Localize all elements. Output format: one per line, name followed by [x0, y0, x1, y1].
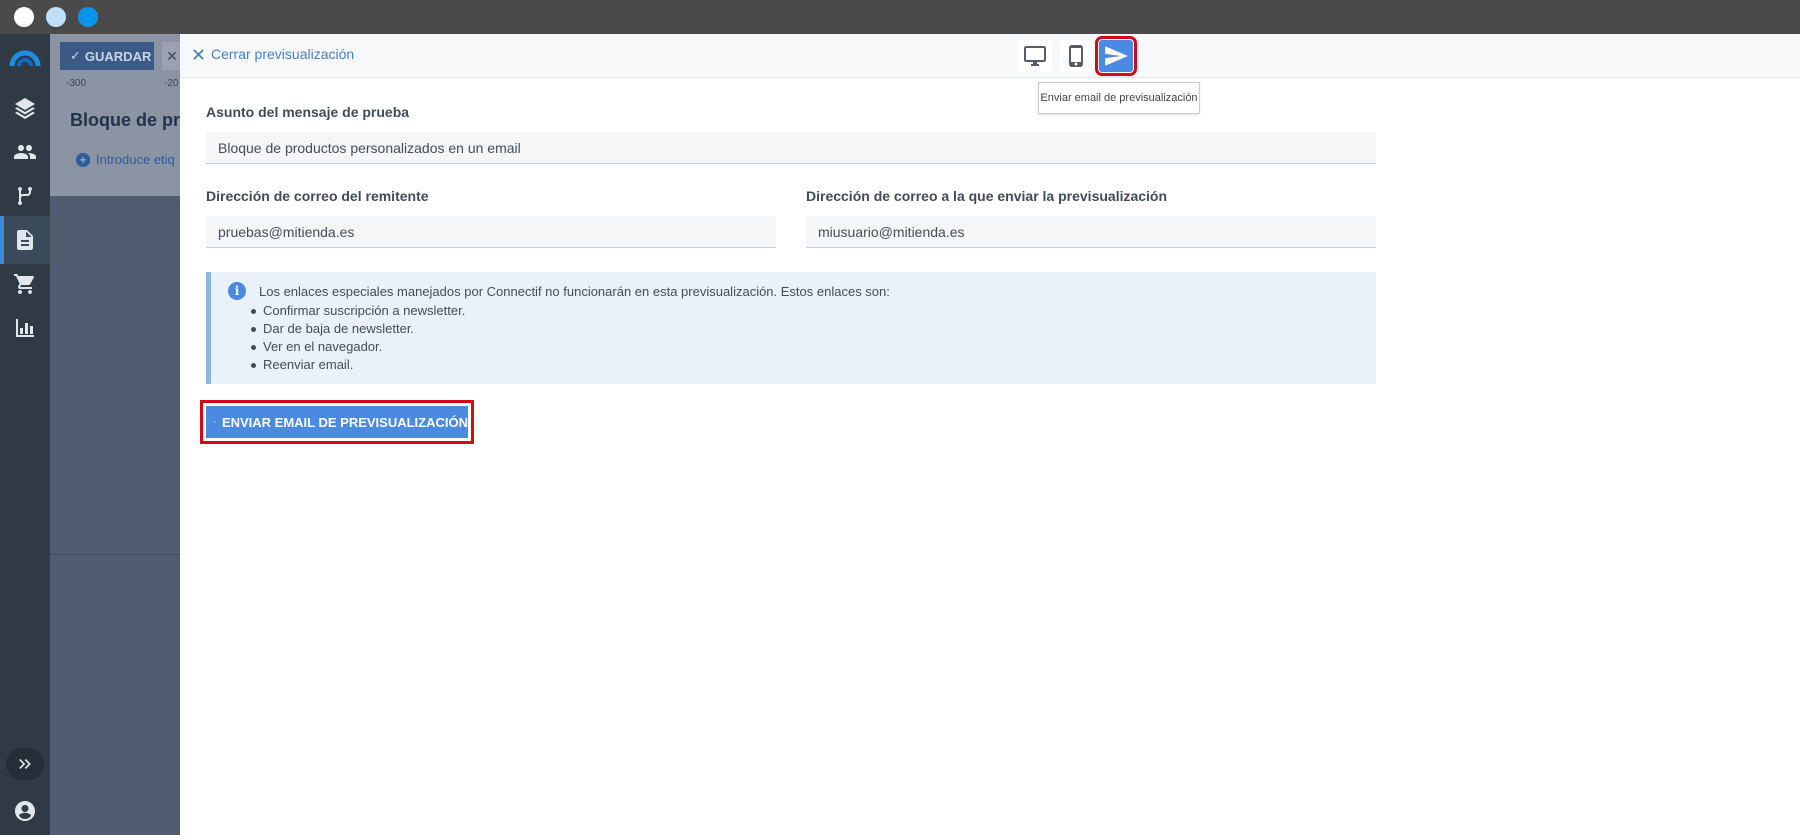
window-minimize-button[interactable] — [46, 7, 66, 27]
background-title: Bloque de pro — [70, 110, 180, 130]
check-icon: ✓ — [70, 48, 81, 63]
close-icon — [193, 48, 204, 60]
save-button-label: GUARDAR — [84, 48, 152, 64]
layers-icon — [15, 98, 35, 119]
window-titlebar — [0, 0, 1800, 34]
preview-panel: Cerrar previsualización Enviar email de … — [180, 34, 1800, 835]
ruler-label: -300 — [66, 78, 87, 89]
send-button-label: ENVIAR EMAIL DE PREVISUALIZACIÓN — [221, 414, 468, 430]
save-button: ✓ GUARDAR — [60, 42, 154, 70]
double-chevron-right-icon — [19, 759, 31, 769]
account-circle-icon — [15, 801, 35, 821]
sidebar-expand-button[interactable] — [6, 748, 44, 780]
window-close-button[interactable] — [14, 7, 34, 27]
background-editor: ✓ GUARDAR ✕ -300 -20 Bloque de pro + Int… — [50, 34, 180, 835]
info-notice: i Los enlaces especiales manejados por C… — [206, 272, 1376, 384]
send-icon — [1105, 46, 1128, 66]
mobile-view-button[interactable] — [1059, 40, 1093, 72]
close-preview-button[interactable]: Cerrar previsualización — [192, 46, 354, 62]
document-icon — [17, 230, 33, 250]
desktop-icon — [1024, 46, 1046, 66]
sidebar-item-layers[interactable] — [0, 84, 50, 132]
preview-toolbar: Cerrar previsualización — [180, 34, 1800, 78]
desktop-view-button[interactable] — [1018, 40, 1052, 72]
close-preview-label: Cerrar previsualización — [211, 46, 355, 62]
plus-circle-icon: + — [76, 152, 90, 167]
sender-label: Dirección de correo del remitente — [206, 188, 429, 204]
recipient-email-input[interactable]: miusuario@mitienda.es — [806, 216, 1376, 248]
list-item: Ver en el navegador. — [250, 338, 465, 356]
list-item: Confirmar suscripción a newsletter. — [250, 303, 466, 318]
sidebar-item-store[interactable] — [0, 260, 50, 308]
subject-input[interactable]: Bloque de productos personalizados en un… — [206, 132, 1376, 164]
logo-icon — [9, 50, 41, 67]
send-preview-email-tab[interactable] — [1095, 36, 1137, 76]
sidebar-item-workflows[interactable] — [0, 172, 50, 220]
sidebar-logo[interactable] — [0, 34, 50, 82]
send-preview-email-button[interactable]: ENVIAR EMAIL DE PREVISUALIZACIÓN — [200, 400, 474, 444]
ruler-label: -20 — [164, 78, 179, 89]
sender-email-input[interactable]: pruebas@mitienda.es — [206, 216, 776, 248]
sidebar-item-account[interactable] — [0, 787, 50, 835]
tags-label: Introduce etiq — [96, 152, 175, 167]
info-text: Los enlaces especiales manejados por Con… — [259, 284, 890, 299]
info-icon: i — [228, 282, 246, 300]
window-maximize-button[interactable] — [78, 7, 98, 27]
sidebar-item-contacts[interactable] — [0, 128, 50, 176]
special-links-list: Confirmar suscripción a newsletter. Dar … — [250, 302, 466, 374]
divider — [50, 554, 180, 555]
subject-label: Asunto del mensaje de prueba — [206, 104, 410, 120]
send-preview-tooltip: Enviar email de previsualización — [1038, 82, 1200, 114]
send-icon — [214, 421, 216, 423]
tags-input: + Introduce etiq — [76, 152, 175, 167]
bar-chart-icon — [16, 319, 34, 337]
app-sidebar — [0, 34, 50, 835]
close-icon: ✕ — [162, 42, 180, 70]
cart-icon — [14, 274, 34, 294]
sidebar-item-reports[interactable] — [0, 304, 50, 352]
workflow-icon — [18, 186, 32, 206]
list-item: Reenviar email. — [250, 356, 465, 374]
mobile-icon — [1069, 45, 1083, 67]
recipient-label: Dirección de correo a la que enviar la p… — [806, 188, 1168, 204]
list-item: Dar de baja de newsletter. — [250, 320, 465, 338]
people-icon — [14, 145, 36, 159]
sidebar-item-content[interactable] — [0, 216, 50, 264]
